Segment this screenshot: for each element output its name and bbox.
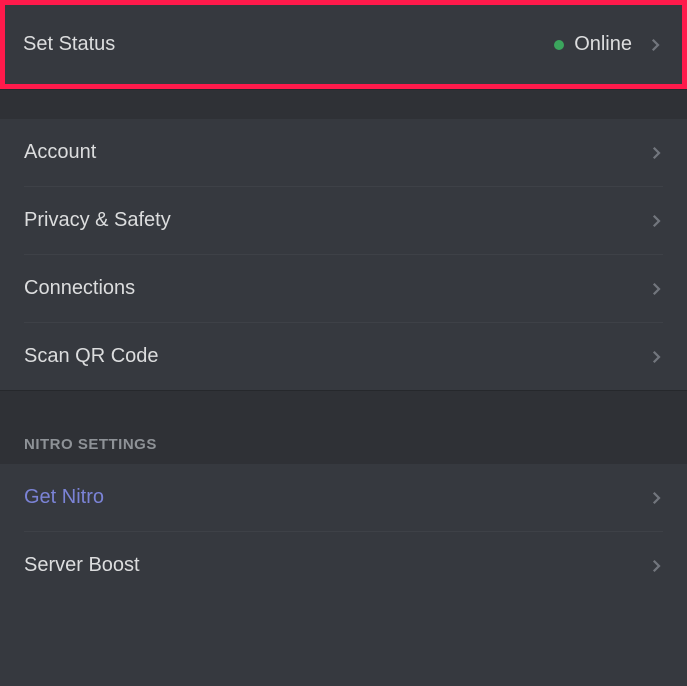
account-row[interactable]: Account (0, 119, 687, 186)
privacy-safety-row[interactable]: Privacy & Safety (0, 187, 687, 254)
chevron-right-icon (647, 557, 665, 575)
chevron-right-icon (647, 348, 665, 366)
status-dot-icon (554, 40, 564, 50)
server-boost-label: Server Boost (24, 554, 140, 577)
get-nitro-label: Get Nitro (24, 486, 104, 509)
section-gap (0, 89, 687, 119)
section-gap (0, 390, 687, 420)
account-group: Account Privacy & Safety Connections Sca… (0, 119, 687, 390)
scan-qr-row[interactable]: Scan QR Code (0, 323, 687, 390)
set-status-row[interactable]: Set Status Online (5, 5, 682, 84)
set-status-value: Online (574, 33, 632, 56)
set-status-value-group: Online (554, 33, 664, 56)
account-label: Account (24, 141, 96, 164)
scan-qr-label: Scan QR Code (24, 345, 159, 368)
nitro-section-header-text: NITRO SETTINGS (24, 436, 157, 453)
chevron-right-icon (647, 144, 665, 162)
chevron-right-icon (647, 280, 665, 298)
server-boost-row[interactable]: Server Boost (0, 532, 687, 599)
get-nitro-row[interactable]: Get Nitro (0, 464, 687, 531)
privacy-safety-label: Privacy & Safety (24, 209, 171, 232)
set-status-label: Set Status (23, 33, 115, 56)
chevron-right-icon (646, 36, 664, 54)
highlight-set-status: Set Status Online (0, 0, 687, 89)
connections-label: Connections (24, 277, 135, 300)
connections-row[interactable]: Connections (0, 255, 687, 322)
chevron-right-icon (647, 489, 665, 507)
chevron-right-icon (647, 212, 665, 230)
nitro-section-header: NITRO SETTINGS (0, 420, 687, 464)
nitro-group: Get Nitro Server Boost (0, 464, 687, 599)
settings-screen: Set Status Online Account Privacy & Safe… (0, 0, 687, 686)
